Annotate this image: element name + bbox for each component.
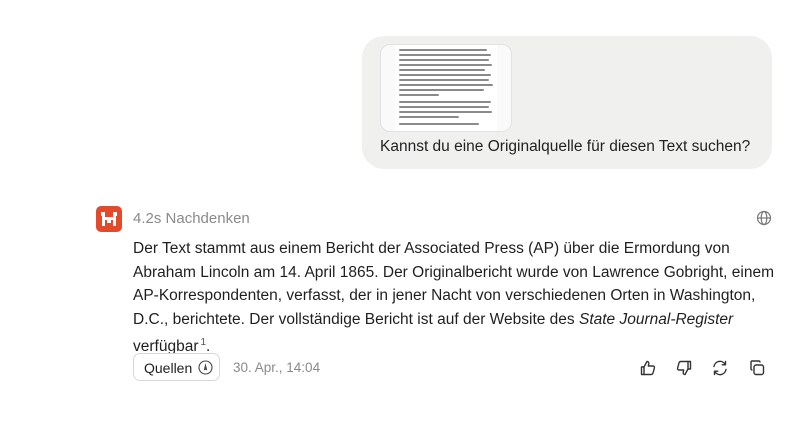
attached-document-thumbnail[interactable]: [380, 44, 512, 132]
thinking-status[interactable]: 4.2s Nachdenken: [133, 210, 250, 227]
compass-icon: [198, 360, 213, 375]
sources-label: Quellen: [144, 360, 193, 376]
logo-icon: [96, 206, 122, 232]
thumbs-up-icon[interactable]: [639, 359, 657, 377]
user-message-text: Kannst du eine Originalquelle für diesen…: [380, 138, 751, 155]
sources-button[interactable]: Quellen: [133, 353, 220, 381]
message-timestamp: 30. Apr., 14:04: [233, 360, 321, 375]
refresh-icon[interactable]: [711, 359, 729, 377]
answer-source-name: State Journal-Register: [578, 310, 734, 328]
copy-icon[interactable]: [748, 359, 766, 377]
document-preview: [395, 45, 497, 131]
thumbs-down-icon[interactable]: [675, 359, 693, 377]
assistant-answer: Der Text stammt aus einem Bericht der As…: [133, 237, 783, 359]
globe-icon[interactable]: [756, 210, 772, 226]
user-message-bubble: Kannst du eine Originalquelle für diesen…: [362, 36, 772, 169]
